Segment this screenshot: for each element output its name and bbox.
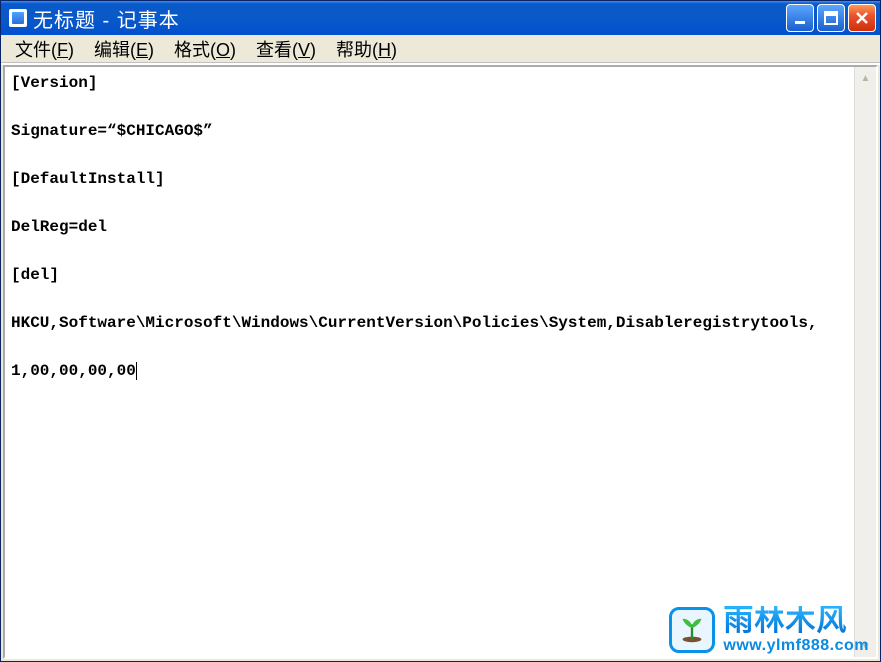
watermark-brand: 雨林木风 [723, 606, 869, 636]
editor-area: [Version] Signature=“$CHICAGO$” [DefaultIn… [3, 65, 878, 659]
notepad-window: 无标题 - 记事本 文件(F) 编辑(E) 格式(O) 查看(V) 帮助(H) … [0, 0, 881, 662]
text-line: [Version] [11, 71, 848, 95]
window-title: 无标题 - 记事本 [33, 4, 180, 33]
text-line: DelReg=del [11, 215, 848, 239]
text-line [11, 143, 848, 167]
text-editor[interactable]: [Version] Signature=“$CHICAGO$” [DefaultIn… [5, 67, 854, 657]
minimize-icon [792, 10, 808, 26]
text-line: 1,00,00,00,00 [11, 359, 848, 383]
scroll-up-button[interactable]: ▲ [855, 67, 876, 89]
vertical-scrollbar[interactable]: ▲ ▼ [854, 67, 876, 657]
sprout-icon [677, 615, 707, 645]
close-button[interactable] [848, 4, 876, 32]
maximize-button[interactable] [817, 4, 845, 32]
text-line: HKCU,Software\Microsoft\Windows\CurrentV… [11, 311, 848, 335]
window-controls [786, 4, 876, 32]
minimize-button[interactable] [786, 4, 814, 32]
titlebar[interactable]: 无标题 - 记事本 [1, 1, 880, 35]
watermark-logo [669, 607, 715, 653]
notepad-app-icon [9, 9, 27, 27]
text-line [11, 95, 848, 119]
close-icon [854, 10, 870, 26]
watermark: 雨林木风 www.ylmf888.com [669, 606, 869, 654]
text-line: [del] [11, 263, 848, 287]
watermark-text: 雨林木风 www.ylmf888.com [723, 606, 869, 654]
text-line [11, 239, 848, 263]
text-line [11, 287, 848, 311]
scroll-thumb[interactable] [855, 89, 876, 635]
text-line [11, 335, 848, 359]
chevron-up-icon: ▲ [861, 73, 871, 84]
menu-view[interactable]: 查看(V) [248, 34, 324, 64]
text-cursor [136, 362, 137, 380]
menu-file[interactable]: 文件(F) [7, 34, 82, 64]
text-line: Signature=“$CHICAGO$” [11, 119, 848, 143]
menubar: 文件(F) 编辑(E) 格式(O) 查看(V) 帮助(H) [1, 35, 880, 65]
maximize-icon [823, 10, 839, 26]
menu-help[interactable]: 帮助(H) [328, 34, 405, 64]
text-line: [DefaultInstall] [11, 167, 848, 191]
menu-edit[interactable]: 编辑(E) [86, 34, 162, 64]
watermark-url: www.ylmf888.com [723, 638, 869, 654]
text-line [11, 191, 848, 215]
menu-format[interactable]: 格式(O) [166, 34, 244, 64]
